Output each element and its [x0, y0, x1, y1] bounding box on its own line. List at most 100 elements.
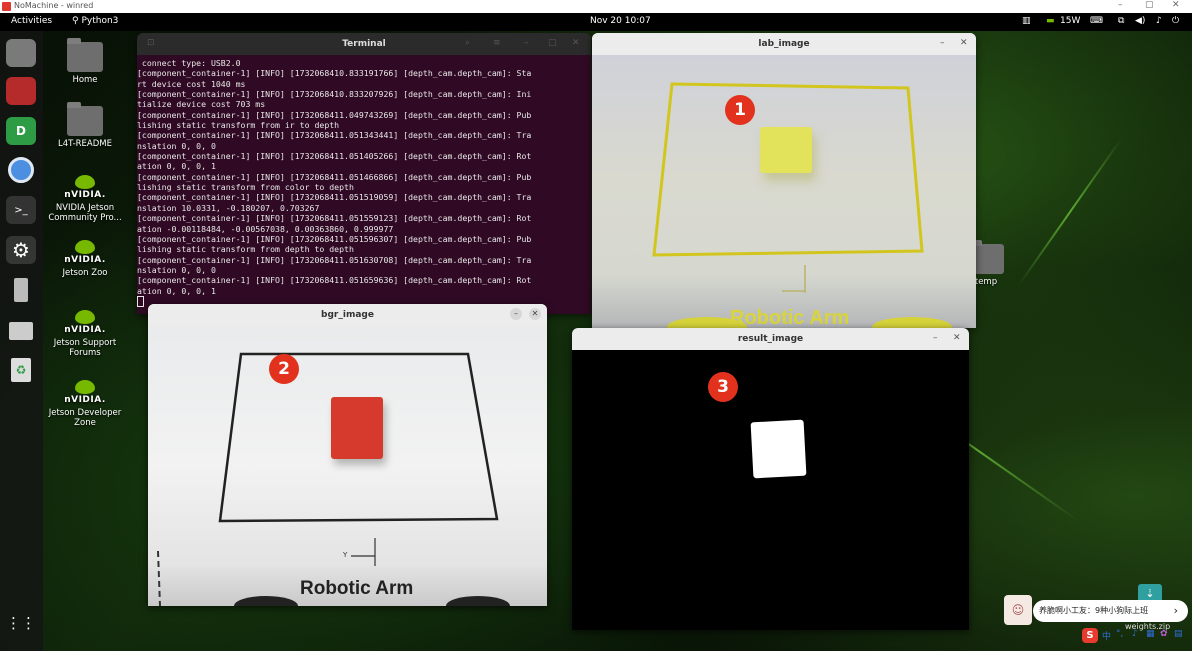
app-grid-icon[interactable]: ⋮⋮: [6, 609, 36, 637]
close-button[interactable]: ✕: [572, 38, 580, 48]
desktop-icon-label: NVIDIA Jetson Community Pro...: [48, 203, 122, 223]
nomachine-minimize-button[interactable]: –: [1118, 0, 1123, 10]
nomachine-close-button[interactable]: ✕: [1172, 0, 1180, 10]
nvidia-community-shortcut[interactable]: nVIDIA. NVIDIA Jetson Community Pro...: [42, 170, 128, 223]
ime-punctuation-icon[interactable]: °,: [1116, 629, 1123, 639]
terminal-line: rt device cost 1040 ms: [137, 78, 246, 89]
lab-image-title: lab_image: [758, 39, 810, 49]
minimize-button[interactable]: –: [524, 38, 529, 48]
chromium-icon[interactable]: [6, 156, 36, 184]
ime-chinese-mode-icon[interactable]: 中: [1102, 629, 1111, 642]
ime-keyboard-icon[interactable]: ▦: [1146, 629, 1155, 639]
terminal-line: [component_container-1] [INFO] [17320684…: [137, 233, 532, 244]
terminal-line: ation 0, 0, 0, 1: [137, 285, 216, 296]
ime-toolbar[interactable]: S 中 °, ♪ ▦ ✿ ▤: [1082, 628, 1192, 644]
ime-skin-icon[interactable]: ✿: [1160, 629, 1168, 639]
notification-text: 养脆啊小工友：9种小狗际上班: [1039, 606, 1149, 615]
close-button[interactable]: ✕: [529, 308, 541, 320]
top-bar: Activities ⚲ Python3 Nov 20 10:07 ▥ ▬ 15…: [0, 13, 1192, 31]
bgr-axis-label: Y: [343, 551, 348, 559]
detected-mask: [750, 419, 807, 479]
drive-icon[interactable]: [6, 317, 36, 345]
tablet-icon[interactable]: [6, 276, 36, 304]
jetson-zoo-shortcut[interactable]: nVIDIA. Jetson Zoo: [42, 235, 128, 278]
terminal-line: ation 0, 0, 0, 1: [137, 161, 216, 172]
keyboard-icon[interactable]: ⌨: [1090, 16, 1103, 26]
result-image-titlebar[interactable]: result_image – ✕: [572, 328, 969, 350]
lab-board-text: Robotic Arm: [730, 307, 850, 328]
result-image-title: result_image: [737, 334, 804, 344]
microphone-icon[interactable]: ♪: [1156, 16, 1162, 26]
jetson-forums-shortcut[interactable]: nVIDIA. Jetson Support Forums: [42, 305, 128, 358]
notification-avatar[interactable]: ☺: [1004, 595, 1032, 625]
terminal-line: lishing static transform from color to d…: [137, 182, 354, 193]
files-icon[interactable]: [6, 39, 36, 67]
ime-voice-icon[interactable]: ♪: [1132, 629, 1138, 639]
bgr-image-window[interactable]: bgr_image – ✕ Y Robotic Arm 2: [148, 304, 547, 606]
app-menu[interactable]: ⚲ Python3: [72, 16, 118, 26]
notification-arrow-icon[interactable]: ›: [1174, 604, 1178, 617]
terminal-line: [component_container-1] [INFO] [17320684…: [137, 130, 532, 141]
terminal-cursor: [137, 295, 144, 307]
desktop-icon-label: temp: [974, 277, 998, 287]
volume-icon[interactable]: ◀): [1135, 16, 1145, 26]
power-icon[interactable]: ⏻: [1172, 16, 1179, 26]
maximize-button[interactable]: □: [548, 38, 557, 48]
bgr-image-frame: Y Robotic Arm 2: [148, 326, 547, 606]
nomachine-restore-button[interactable]: ▢: [1145, 0, 1154, 10]
desktop-icon-label: L4T-README: [58, 139, 112, 149]
terminal-titlebar[interactable]: ⊡ Terminal ⌕ ≡ – □ ✕: [137, 33, 591, 55]
minimize-button[interactable]: –: [933, 333, 938, 343]
power-mode-icon[interactable]: ▬: [1046, 16, 1055, 26]
desktop-icon-label: Jetson Developer Zone: [48, 408, 122, 428]
result-image-frame: 3: [572, 350, 969, 630]
d-app-icon[interactable]: D: [6, 117, 36, 145]
l4t-readme-folder[interactable]: L4T-README: [42, 102, 128, 149]
sogou-logo-icon[interactable]: S: [1082, 628, 1098, 643]
lab-image-titlebar[interactable]: lab_image – ✕: [592, 33, 976, 55]
clock[interactable]: Nov 20 10:07: [590, 16, 651, 26]
terminal-line: tialize device cost 703 ms: [137, 99, 266, 110]
minimize-button[interactable]: –: [510, 308, 522, 320]
nomachine-titlebar: NoMachine - winred – ▢ ✕: [0, 0, 1192, 13]
screenshot-app-icon[interactable]: [6, 77, 36, 105]
terminal-line: [component_container-1] [INFO] [17320684…: [137, 68, 532, 79]
l4t-readme-icon: [67, 102, 103, 136]
activities-button[interactable]: Activities: [11, 16, 52, 26]
terminal-line: [component_container-1] [INFO] [17320684…: [137, 213, 532, 224]
trash-icon[interactable]: ♻: [6, 356, 36, 384]
lab-image-frame: Robotic Arm 1: [592, 55, 976, 328]
nvidia-logo-icon: nVIDIA.: [64, 305, 105, 335]
terminal-line: ation -0.00118484, -0.00567038, 0.003638…: [137, 223, 394, 234]
power-mode-label[interactable]: 15W: [1060, 16, 1080, 26]
search-icon[interactable]: ⌕: [465, 38, 470, 48]
hamburger-menu-icon[interactable]: ≡: [493, 38, 501, 48]
bgr-board-outline: [157, 352, 510, 606]
terminal-output[interactable]: connect type: USB2.0 [component_container…: [137, 58, 589, 307]
jetson-devzone-shortcut[interactable]: nVIDIA. Jetson Developer Zone: [42, 375, 128, 428]
home-folder[interactable]: Home: [42, 37, 128, 85]
minimize-button[interactable]: –: [940, 38, 945, 48]
terminal-line: nslation 10.0331, -0.180207, 0.703267: [137, 202, 320, 213]
ime-menu-icon[interactable]: ▤: [1174, 629, 1183, 639]
nvidia-settings-icon[interactable]: ▥: [1022, 16, 1031, 26]
app-menu-label: Python3: [81, 16, 119, 26]
terminal-line: lishing static transform from ir to dept…: [137, 120, 340, 131]
yellow-cube: [760, 127, 812, 173]
settings-gear-icon[interactable]: ⚙: [6, 236, 36, 264]
terminal-icon[interactable]: >_: [6, 196, 36, 224]
terminal-line: nslation 0, 0, 0: [137, 140, 216, 151]
terminal-window[interactable]: ⊡ Terminal ⌕ ≡ – □ ✕ connect type: USB2.…: [137, 33, 591, 314]
notification-bubble[interactable]: 养脆啊小工友：9种小狗际上班 ›: [1033, 600, 1188, 622]
terminal-line: [component_container-1] [INFO] [17320684…: [137, 254, 532, 265]
network-icon[interactable]: ⧉: [1118, 16, 1124, 26]
lab-image-window[interactable]: lab_image – ✕ Robotic Arm 1: [592, 33, 976, 328]
nvidia-logo-icon: nVIDIA.: [64, 235, 105, 265]
close-button[interactable]: ✕: [960, 38, 968, 48]
nvidia-logo-icon: nVIDIA.: [64, 375, 105, 405]
dock: D >_ ⚙ ♻ ⋮⋮: [0, 31, 43, 651]
home-folder-icon: [67, 38, 103, 72]
close-button[interactable]: ✕: [953, 333, 961, 343]
result-image-window[interactable]: result_image – ✕ 3: [572, 328, 969, 630]
bgr-image-titlebar[interactable]: bgr_image – ✕: [148, 304, 547, 326]
